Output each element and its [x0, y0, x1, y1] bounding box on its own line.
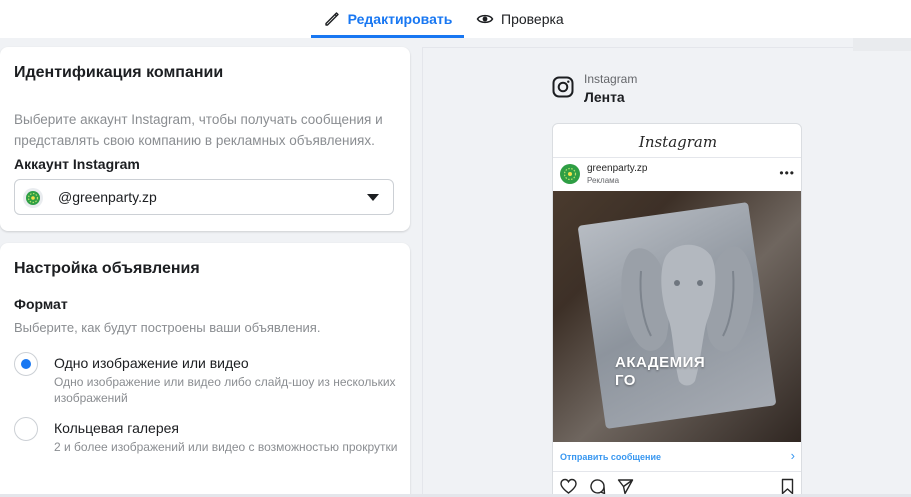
panel-divider-strip — [853, 38, 911, 51]
heart-icon[interactable] — [560, 478, 577, 495]
ad-setup-title: Настройка объявления — [14, 260, 200, 277]
identity-title: Идентификация компании — [14, 64, 224, 81]
tab-edit[interactable]: Редактировать — [311, 0, 464, 38]
comment-icon[interactable] — [589, 478, 606, 495]
placement-name: Лента — [584, 89, 625, 105]
overlay-line-2: ГО — [615, 372, 636, 389]
post-header: greenparty.zp Реклама ••• — [553, 158, 801, 191]
format-label: Формат — [14, 296, 68, 312]
selected-account-value: @greenparty.zp — [58, 189, 157, 205]
option-single-title: Одно изображение или видео — [54, 355, 249, 371]
identity-description: Выберите аккаунт Instagram, чтобы получа… — [14, 112, 383, 148]
overlay-line-1: АКАДЕМИЯ — [615, 354, 706, 371]
top-tab-bar: Редактировать Проверка — [0, 0, 911, 38]
business-identity-card: Идентификация компании Выберите аккаунт … — [0, 47, 410, 231]
media-overlay-text: АКАДЕМИЯ ГО — [615, 354, 705, 390]
post-username: greenparty.zp — [587, 163, 648, 174]
caret-down-icon — [367, 194, 379, 201]
option-carousel-title: Кольцевая галерея — [54, 420, 179, 436]
option-carousel-description: 2 и более изображений или видео с возмож… — [54, 440, 398, 454]
instagram-feed-preview: Instagram greenparty.zp Реклама ••• АКАД… — [552, 123, 802, 497]
radio-carousel[interactable] — [14, 417, 38, 441]
tab-review-label: Проверка — [501, 11, 564, 27]
pencil-icon — [323, 10, 341, 28]
eye-icon — [476, 10, 494, 28]
instagram-account-label: Аккаунт Instagram — [14, 156, 140, 172]
post-avatar — [560, 164, 580, 184]
tab-edit-label: Редактировать — [347, 11, 453, 27]
sponsored-label: Реклама — [587, 176, 620, 185]
more-dots-icon[interactable]: ••• — [779, 166, 795, 180]
ad-setup-card: Настройка объявления Формат Выберите, ка… — [0, 243, 410, 497]
instagram-wordmark: Instagram — [553, 124, 801, 158]
format-description: Выберите, как будут построены ваши объяв… — [14, 320, 321, 335]
bookmark-icon[interactable] — [779, 478, 796, 495]
chevron-right-icon: › — [790, 448, 795, 463]
radio-single-selected[interactable] — [14, 352, 38, 376]
instagram-icon — [552, 76, 574, 98]
cta-bar[interactable]: Отправить сообщение › — [553, 442, 801, 472]
tab-review[interactable]: Проверка — [476, 0, 564, 38]
placement-platform: Instagram — [584, 72, 638, 86]
instagram-account-select[interactable]: @greenparty.zp — [14, 179, 394, 215]
cta-send-message[interactable]: Отправить сообщение — [560, 452, 661, 462]
account-avatar — [23, 188, 43, 208]
send-icon[interactable] — [617, 478, 634, 495]
post-media-image: АКАДЕМИЯ ГО — [553, 191, 801, 442]
active-tab-indicator — [311, 35, 464, 38]
option-single-description: Одно изображение или видео либо слайд-шо… — [54, 375, 396, 405]
